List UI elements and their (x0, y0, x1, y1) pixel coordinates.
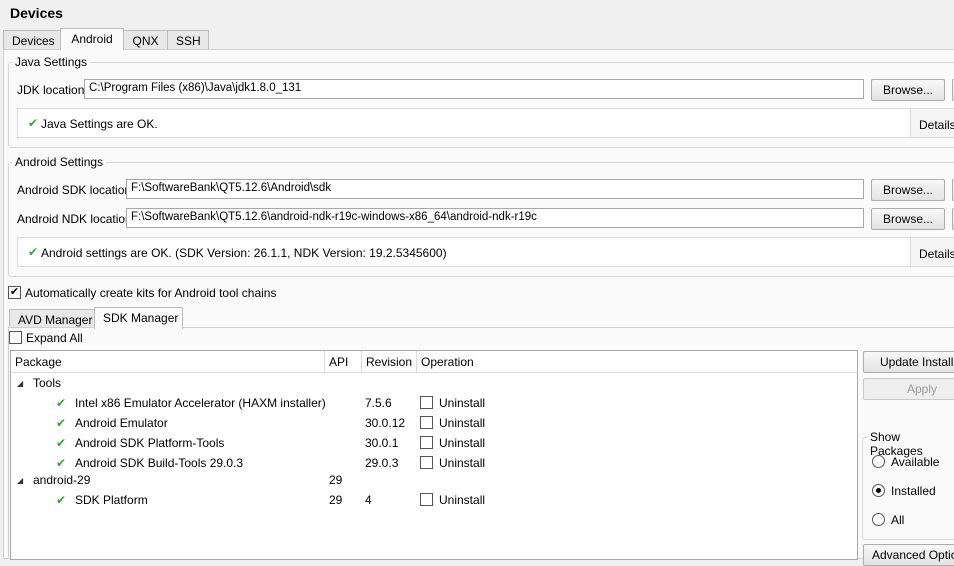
java-settings-title: Java Settings (12, 55, 91, 69)
expand-all-label: Expand All (26, 331, 83, 345)
package-name[interactable]: Android SDK Build-Tools 29.0.3 (75, 456, 243, 470)
android-settings-title: Android Settings (12, 155, 107, 169)
package-tree[interactable]: Package API Revision Operation ◢ Tools ✔… (10, 350, 858, 560)
installed-check-icon: ✔ (56, 416, 67, 430)
tab-sdk-manager[interactable]: SDK Manager (94, 307, 183, 329)
radio-available[interactable] (872, 455, 885, 468)
collapse-arrow-icon[interactable]: ◢ (17, 379, 23, 388)
radio-installed-label: Installed (891, 484, 936, 498)
java-status-box: ✔ Java Settings are OK. Details (17, 108, 954, 138)
installed-check-icon: ✔ (56, 436, 67, 450)
tab-avd-manager[interactable]: AVD Manager (9, 309, 95, 329)
update-installed-button[interactable]: Update Installe (863, 351, 954, 373)
package-revision: 30.0.12 (365, 416, 406, 430)
java-status-text: Java Settings are OK. (41, 117, 158, 131)
package-operation: Uninstall (439, 456, 486, 470)
sdk-location-field[interactable]: F:\SoftwareBank\QT5.12.6\Android\sdk (126, 179, 864, 199)
jdk-location-field[interactable]: C:\Program Files (x86)\Java\jdk1.8.0_131 (84, 79, 864, 99)
java-details-button[interactable]: Details (910, 109, 954, 137)
uninstall-checkbox[interactable] (420, 456, 433, 469)
package-name[interactable]: Android SDK Platform-Tools (75, 436, 224, 450)
package-api: 29 (329, 493, 343, 507)
page-title: Devices (10, 5, 63, 21)
ok-check-icon: ✔ (28, 116, 39, 130)
radio-available-label: Available (891, 455, 940, 469)
collapse-arrow-icon[interactable]: ◢ (17, 476, 23, 485)
package-name[interactable]: Intel x86 Emulator Accelerator (HAXM ins… (75, 396, 326, 410)
radio-all-label: All (891, 513, 905, 527)
sdk-browse-button[interactable]: Browse... (871, 179, 945, 201)
tree-group-android-29[interactable]: android-29 (33, 473, 90, 487)
package-revision: 29.0.3 (365, 456, 399, 470)
uninstall-checkbox[interactable] (420, 396, 433, 409)
expand-all-checkbox[interactable] (9, 331, 22, 344)
package-operation: Uninstall (439, 493, 486, 507)
tab-android[interactable]: Android (60, 28, 124, 50)
jdk-location-label: JDK location: (17, 83, 88, 97)
radio-installed[interactable] (872, 484, 885, 497)
ndk-browse-button[interactable]: Browse... (871, 208, 945, 230)
package-operation: Uninstall (439, 396, 486, 410)
auto-kits-label: Automatically create kits for Android to… (25, 286, 277, 300)
apply-button[interactable]: Apply (863, 378, 954, 400)
installed-check-icon: ✔ (56, 396, 67, 410)
package-name[interactable]: Android Emulator (75, 416, 168, 430)
tab-qnx[interactable]: QNX (123, 30, 168, 50)
jdk-browse-button[interactable]: Browse... (871, 79, 945, 101)
package-revision: 30.0.1 (365, 436, 399, 450)
column-header-api[interactable]: API (325, 351, 362, 373)
auto-kits-checkbox[interactable]: ✔ (8, 286, 21, 299)
package-revision: 7.5.6 (365, 396, 392, 410)
android-status-text: Android settings are OK. (SDK Version: 2… (41, 246, 447, 260)
package-operation: Uninstall (439, 436, 486, 450)
uninstall-checkbox[interactable] (420, 416, 433, 429)
package-name[interactable]: SDK Platform (75, 493, 148, 507)
installed-check-icon: ✔ (56, 456, 67, 470)
column-header-revision[interactable]: Revision (362, 351, 417, 373)
android-status-box: ✔ Android settings are OK. (SDK Version:… (17, 237, 954, 267)
android-details-button[interactable]: Details (910, 238, 954, 266)
uninstall-checkbox[interactable] (420, 436, 433, 449)
ndk-location-label: Android NDK location: (17, 212, 136, 226)
ndk-location-field[interactable]: F:\SoftwareBank\QT5.12.6\android-ndk-r19… (126, 208, 864, 228)
installed-check-icon: ✔ (56, 493, 67, 507)
ok-check-icon: ✔ (28, 245, 39, 259)
package-operation: Uninstall (439, 416, 486, 430)
tab-ssh[interactable]: SSH (167, 30, 209, 50)
group-api: 29 (329, 473, 343, 487)
show-packages-title: Show Packages (867, 430, 954, 458)
radio-selected-dot (876, 488, 881, 493)
uninstall-checkbox[interactable] (420, 493, 433, 506)
sdk-location-label: Android SDK location: (17, 183, 135, 197)
package-revision: 4 (365, 493, 372, 507)
tab-devices[interactable]: Devices (3, 30, 61, 50)
tree-group-tools[interactable]: Tools (33, 376, 61, 390)
radio-all[interactable] (872, 513, 885, 526)
advanced-options-button[interactable]: Advanced Options (863, 544, 954, 566)
column-header-operation[interactable]: Operation (417, 351, 857, 373)
column-header-package[interactable]: Package (11, 351, 325, 373)
